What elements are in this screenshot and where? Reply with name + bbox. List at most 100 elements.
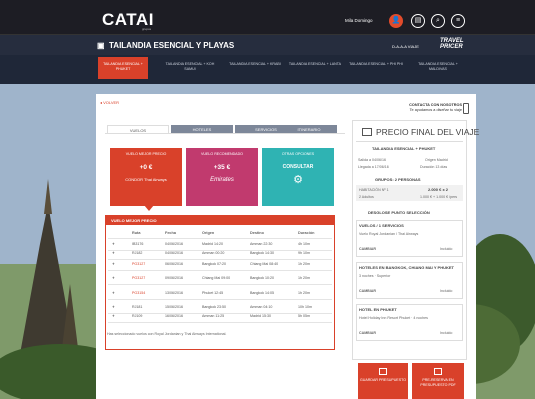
service-status: Incluido	[440, 331, 453, 335]
trip-title-text: TAILANDIA ESENCIAL Y PLAYAS	[109, 41, 235, 50]
flight-destino: Bangkok 14:30	[250, 251, 274, 255]
user-avatar-icon[interactable]: 👤	[389, 14, 403, 28]
room-sub: 2 Adultos	[359, 195, 374, 199]
logo-subtitle: grupos	[142, 27, 152, 31]
flight-ruta: PG3127	[132, 262, 146, 266]
row-divider	[108, 238, 332, 239]
card-recommended-brand: Emirates	[210, 177, 234, 183]
flight-ruta: IB3176	[132, 242, 144, 246]
plane-icon: ✈	[112, 314, 116, 318]
prereserve-label: PRE-RESERVA EN PRESUPUESTO PDF	[420, 378, 456, 387]
phone-icon	[463, 103, 469, 114]
flight-fecha: 06/06/2016	[165, 262, 183, 266]
flight-destino: Bangkok 10:20	[250, 276, 274, 280]
service-desc: 3 noches · Superior	[359, 274, 391, 278]
change-service-link[interactable]: CAMBIAR	[359, 289, 376, 293]
briefcase-icon: ▣	[97, 41, 105, 50]
change-service-link[interactable]: CAMBIAR	[359, 331, 376, 335]
flight-origen: Bangkok 23:50	[202, 305, 226, 309]
card-other-options[interactable]: OTRAS OPCIONES CONSULTAR ⚙	[262, 148, 334, 206]
pax-title: GRUPOS: 2 PERSONAS	[375, 177, 421, 182]
col-origen[interactable]: Origen	[202, 231, 214, 235]
flight-origen: Bangkok 07:20	[202, 262, 226, 266]
plane-icon: ✈	[112, 251, 116, 255]
tab-option-6[interactable]: TAILANDIA ESENCIAL + MALDIVAS	[410, 57, 466, 79]
menu-icon[interactable]: ≡	[451, 14, 465, 28]
tab-option-5[interactable]: TAILANDIA ESENCIAL + PHI PHI	[348, 57, 404, 79]
tab-option-4[interactable]: TAILANDIA ESENCIAL + LANTA	[288, 57, 342, 79]
gear-icon: ⚙	[293, 174, 303, 186]
summary-title: PRECIO FINAL DEL VIAJE	[376, 127, 480, 137]
flight-ruta: PG3127	[132, 276, 146, 280]
col-duracion[interactable]: Duración	[298, 231, 314, 235]
document-icon	[362, 128, 372, 136]
tab-option-1[interactable]: TAILANDIA ESENCIAL + PHUKET	[98, 57, 148, 79]
voyage-label[interactable]: D-A-A-A VIAJE	[392, 44, 419, 49]
card-other-head: OTRAS OPCIONES	[281, 152, 315, 156]
origen-label: Origen Madrid	[425, 158, 448, 162]
card-other-value: CONSULTAR	[282, 164, 314, 170]
flight-destino: Chiang Mai 08:40	[250, 262, 279, 266]
flight-origen: Amman 11:25	[202, 314, 225, 318]
row-divider	[108, 259, 332, 260]
tab-option-2[interactable]: TAILANDIA ESENCIAL + KOH SAMUI	[162, 57, 218, 79]
card-best-price-head: VUELO MEJOR PRECIO	[125, 152, 167, 156]
card-best-price[interactable]: VUELO MEJOR PRECIO +0 € CONDOR Thai Airw…	[110, 148, 182, 206]
flight-fecha: 04/06/2016	[165, 251, 183, 255]
selection-title: DESGLOSE PUNTO SELECCIÓN	[368, 210, 430, 215]
tab-option-3[interactable]: TAILANDIA ESENCIAL + KRABI	[228, 57, 282, 79]
room-label: HABITACIÓN Nº 1	[359, 188, 389, 192]
row-divider	[108, 284, 332, 285]
flight-fecha: 13/06/2016	[165, 291, 183, 295]
row-divider	[108, 299, 332, 300]
user-name[interactable]: Mila Domingo	[345, 18, 373, 23]
service-title: VUELOS / 1 SERVICIOS	[359, 223, 404, 228]
save-icon	[379, 368, 387, 375]
flights-table	[105, 215, 335, 350]
contact-subtitle: Te ayudamos a diseñar tu viaje	[409, 108, 462, 112]
card-recommended-value: +35 €	[213, 164, 231, 171]
prereserve-button[interactable]: PRE-RESERVA EN PRESUPUESTO PDF	[412, 363, 464, 399]
contact-block[interactable]: CONTACTA CON NOSOTROS Te ayudamos a dise…	[390, 103, 462, 113]
search-icon[interactable]: ⌕	[431, 14, 445, 28]
flight-fecha: 16/06/2016	[165, 314, 183, 318]
plane-icon: ✈	[112, 291, 116, 295]
flights-table-title: VUELO MEJOR PRECIO	[105, 215, 335, 225]
flight-fecha: 15/06/2016	[165, 305, 183, 309]
flight-origen: Madrid 14:20	[202, 242, 223, 246]
save-budget-button[interactable]: GUARDAR PRESUPUESTO	[358, 363, 408, 399]
col-destino[interactable]: Destino	[250, 231, 264, 235]
col-fecha[interactable]: Fecha	[165, 231, 176, 235]
tab-divider	[105, 133, 345, 134]
flight-ruta: RJ182	[132, 251, 143, 255]
flight-dur: 4h 10m	[298, 242, 310, 246]
service-title: HOTEL EN PHUKET	[359, 307, 397, 312]
flight-dur: 5h 05m	[298, 314, 310, 318]
back-link[interactable]: ◂ VOLVER	[100, 100, 119, 105]
agenda-icon[interactable]: ▤	[411, 14, 425, 28]
service-title: HOTELES EN BANGKOK, CHIANG MAI Y PHUKET	[359, 265, 454, 270]
flight-ruta: RJ181	[132, 305, 143, 309]
change-service-link[interactable]: CAMBIAR	[359, 247, 376, 251]
summary-divider	[356, 141, 463, 142]
lock-icon	[434, 368, 442, 375]
col-ruta[interactable]: Ruta	[132, 231, 140, 235]
plane-icon: ✈	[112, 242, 116, 246]
card-recommended[interactable]: VUELO RECOMENDADO +35 € Emirates	[186, 148, 258, 206]
flight-dur: 1h 20m	[298, 276, 310, 280]
flight-ruta: RJ109	[132, 314, 143, 318]
summary-subtitle: TAILANDIA ESENCIAL + PHUKET	[372, 146, 436, 151]
salida-label: Salida a 04/06/16	[358, 158, 386, 162]
save-budget-label: GUARDAR PRESUPUESTO	[359, 378, 407, 382]
flight-ruta: PG3154	[132, 291, 146, 295]
flight-origen: Chiang Mai 09:00	[202, 276, 231, 280]
service-desc: Vuelo Royal Jordanian / Thai Airways	[359, 232, 419, 236]
flights-note: Has seleccionado vuelos con Royal Jordan…	[107, 332, 227, 336]
card-recommended-head: VUELO RECOMENDADO	[201, 152, 243, 156]
trip-title: ▣ TAILANDIA ESENCIAL Y PLAYAS	[97, 41, 234, 50]
plane-icon: ✈	[112, 276, 116, 280]
flight-destino: Amman 22:30	[250, 242, 273, 246]
flight-destino: Bangkok 14:05	[250, 291, 274, 295]
service-status: Incluido	[440, 247, 453, 251]
duracion-label: Duración 13 días	[420, 165, 448, 169]
